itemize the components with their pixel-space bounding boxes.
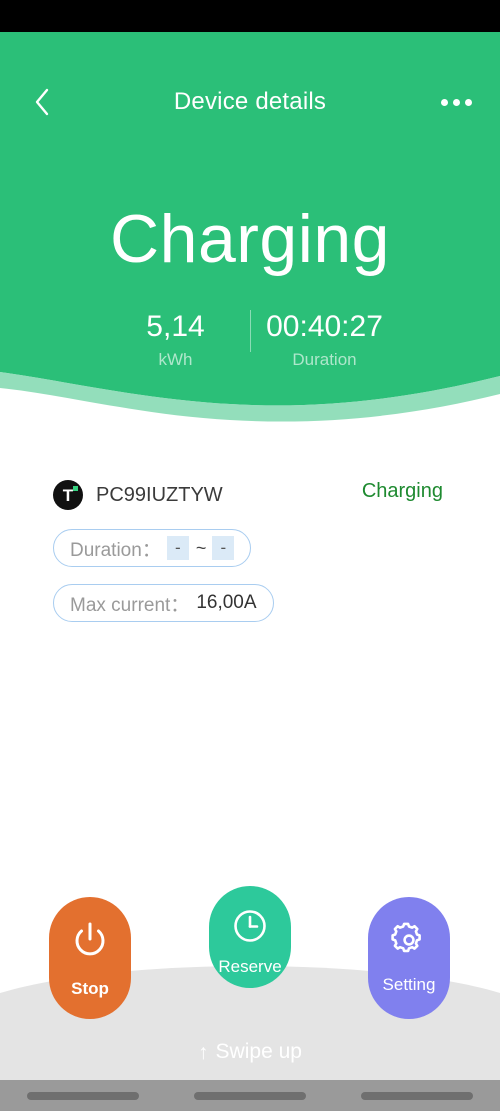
swipe-up-hint[interactable]: ↑ Swipe up <box>0 1040 500 1064</box>
stats-divider <box>249 310 251 352</box>
more-dot <box>440 98 448 106</box>
android-home-key[interactable] <box>193 1091 306 1100</box>
max-current-chip-label: Max current： <box>70 594 190 616</box>
page-title: Device details <box>173 88 327 115</box>
max-current-chip[interactable]: Max current： 16,00A <box>53 584 274 622</box>
more-options-button[interactable] <box>434 80 478 124</box>
duration-range-separator: ~ <box>195 537 207 558</box>
energy-label: kWh <box>158 350 193 369</box>
energy-stat: 5,14 kWh <box>116 306 236 372</box>
clock-icon <box>230 906 270 946</box>
device-row[interactable]: T PC99IUZTYW Charging <box>0 478 500 512</box>
navigation-bar: Device details <box>0 72 500 136</box>
android-back-key[interactable] <box>27 1091 140 1100</box>
more-dot <box>464 98 472 106</box>
android-navigation-bar <box>0 1080 500 1111</box>
duration-start-value[interactable]: - <box>166 536 189 560</box>
setting-button[interactable]: Setting <box>368 897 450 1019</box>
duration-chip[interactable]: Duration： - ~ - <box>53 529 252 567</box>
reserve-button-label: Reserve <box>218 957 282 976</box>
duration-chip-label: Duration： <box>70 539 161 561</box>
duration-stat: 00:40:27 Duration <box>265 306 385 372</box>
reserve-button[interactable]: Reserve <box>209 886 291 988</box>
stop-button[interactable]: Stop <box>49 897 131 1019</box>
tuya-logo-icon: T <box>53 480 83 510</box>
arrow-up-icon: ↑ <box>198 1040 209 1064</box>
charging-stats: 5,14 kWh 00:40:27 Duration <box>0 306 500 372</box>
device-status-badge: Charging <box>361 480 443 502</box>
setting-button-label: Setting <box>382 975 436 994</box>
stop-button-label: Stop <box>71 979 109 998</box>
device-details-screen: Device details Charging 5,14 kWh 00:40:2… <box>0 0 500 1111</box>
device-id-label: PC99IUZTYW <box>96 483 223 506</box>
max-current-value: 16,00A <box>196 592 257 613</box>
tuya-logo-letter: T <box>62 485 74 505</box>
duration-end-value[interactable]: - <box>212 536 235 560</box>
power-icon <box>69 919 111 961</box>
duration-value: 00:40:27 <box>266 310 383 343</box>
energy-value: 5,14 <box>146 310 205 343</box>
gear-icon <box>390 921 428 959</box>
charging-state-title: Charging <box>110 201 390 277</box>
status-bar <box>0 0 500 32</box>
swipe-up-label: Swipe up <box>215 1040 302 1063</box>
duration-label: Duration <box>292 350 357 369</box>
more-dot <box>452 98 460 106</box>
hero-section: Device details Charging 5,14 kWh 00:40:2… <box>0 32 500 422</box>
tuya-logo-accent <box>73 486 78 491</box>
android-recents-key[interactable] <box>360 1091 473 1100</box>
